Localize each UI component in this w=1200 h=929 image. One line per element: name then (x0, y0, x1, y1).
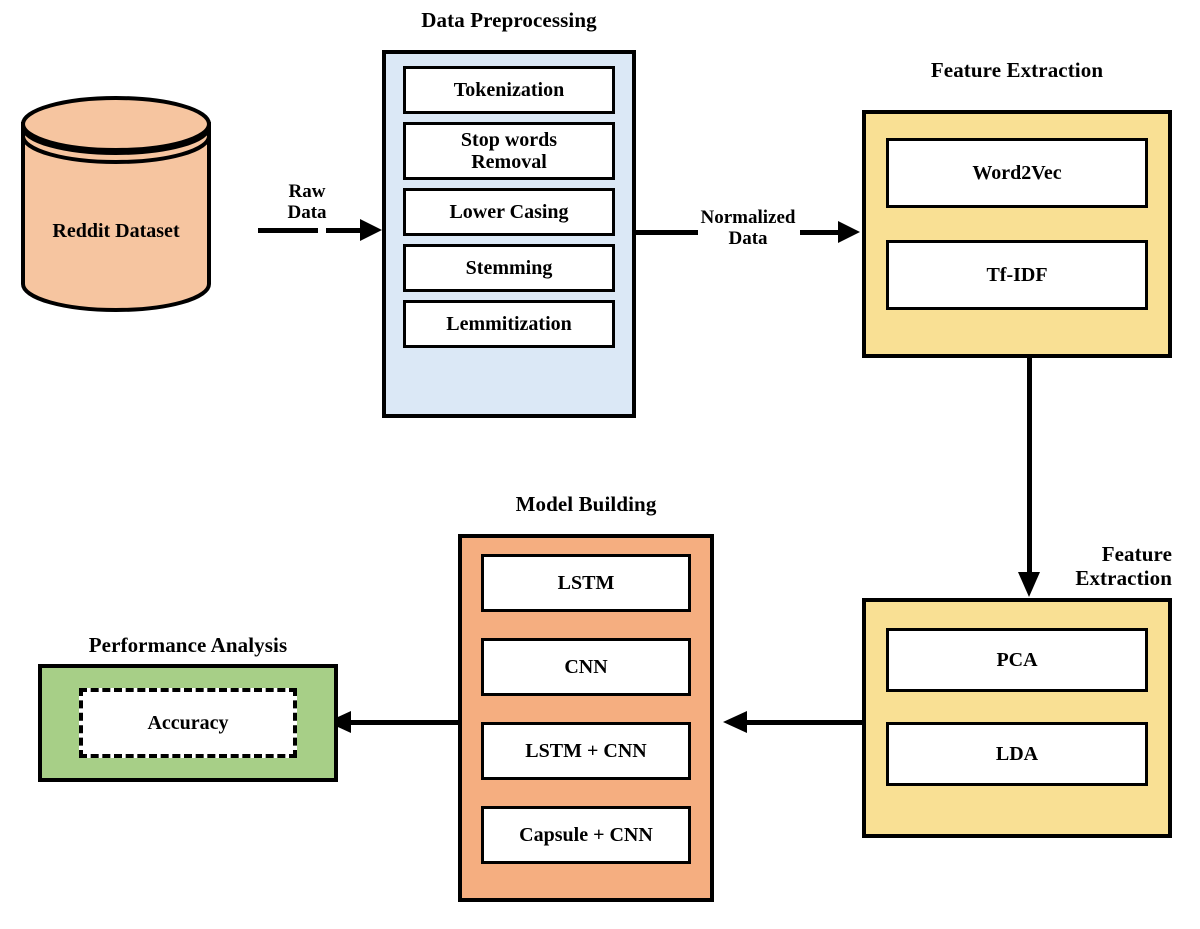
performance-analysis-title: Performance Analysis (88, 633, 288, 657)
model-building-title: Model Building (515, 492, 657, 516)
raw-data-line-left (258, 228, 318, 233)
model-to-performance-line (348, 720, 460, 725)
model-building-stage-box: LSTM CNN LSTM + CNN Capsule + CNN (458, 534, 714, 902)
feature-extraction-item-word2vec[interactable]: Word2Vec (886, 138, 1148, 208)
feature-extraction-item-label: LDA (995, 742, 1039, 765)
model-building-item-label: LSTM (557, 571, 615, 594)
feature-extraction-item-label: PCA (996, 648, 1038, 671)
preprocessing-item-lower-casing[interactable]: Lower Casing (403, 188, 615, 236)
preprocessing-item-label: Tokenization (453, 78, 565, 101)
feature-to-model-arrowhead-icon (722, 710, 748, 739)
reddit-dataset-node: Reddit Dataset (18, 96, 214, 312)
feature-extraction-bottom-title-line1: Feature (1101, 542, 1172, 566)
model-building-item-capsule-cnn[interactable]: Capsule + CNN (481, 806, 691, 864)
feature-extraction-bottom-stage-box: PCA LDA (862, 598, 1172, 838)
preprocessing-stage-box: Tokenization Stop words Removal Lower Cas… (382, 50, 636, 418)
preprocessing-item-label: Stemming (465, 256, 553, 279)
feature-extraction-top-title: Feature Extraction (930, 58, 1104, 82)
feature-extraction-bottom-title-line2: Extraction (1075, 566, 1172, 591)
feature-extraction-top-stage-box: Word2Vec Tf-IDF (862, 110, 1172, 358)
performance-analysis-item-accuracy[interactable]: Accuracy (79, 688, 297, 758)
model-building-item-label: Capsule + CNN (519, 823, 653, 846)
flowchart-canvas: Reddit Dataset Raw Data Data Preprocessi… (0, 0, 1200, 929)
preprocessing-title: Data Preprocessing (421, 8, 597, 32)
preprocessing-item-label: Lemmitization (446, 312, 572, 335)
raw-data-label: Raw Data (262, 181, 352, 223)
feature-extraction-item-tf-idf[interactable]: Tf-IDF (886, 240, 1148, 310)
feature-extraction-bottom-title: Feature Extraction (1000, 542, 1172, 590)
model-building-item-cnn[interactable]: CNN (481, 638, 691, 696)
normalized-data-label-line1: Normalized (700, 207, 796, 228)
preprocessing-item-stop-words-removal[interactable]: Stop words Removal (403, 122, 615, 180)
model-building-item-lstm-cnn[interactable]: LSTM + CNN (481, 722, 691, 780)
raw-data-arrowhead-icon (360, 218, 384, 247)
feature-to-model-line (746, 720, 864, 725)
raw-data-label-line1: Raw (288, 181, 326, 202)
feature-extraction-item-label: Tf-IDF (986, 263, 1048, 286)
normalized-data-label-line2: Data (728, 227, 768, 249)
preprocessing-item-label: Lower Casing (449, 200, 569, 223)
feature-extraction-item-lda[interactable]: LDA (886, 722, 1148, 786)
feature-extraction-item-pca[interactable]: PCA (886, 628, 1148, 692)
model-building-item-label: CNN (564, 655, 608, 678)
performance-analysis-item-label: Accuracy (147, 711, 229, 734)
performance-analysis-stage-box: Accuracy (38, 664, 338, 782)
normalized-data-arrowhead-icon (838, 220, 862, 249)
preprocessing-item-tokenization[interactable]: Tokenization (403, 66, 615, 114)
preprocessing-item-label: Stop words Removal (460, 128, 558, 173)
preprocessing-item-stemming[interactable]: Stemming (403, 244, 615, 292)
database-cylinder-icon (18, 96, 214, 312)
normalized-data-label: Normalized Data (686, 207, 810, 249)
model-building-item-label: LSTM + CNN (525, 739, 647, 762)
model-building-item-lstm[interactable]: LSTM (481, 554, 691, 612)
raw-data-label-line2: Data (287, 201, 327, 223)
feature-extraction-item-label: Word2Vec (972, 161, 1062, 184)
preprocessing-item-lemmitization[interactable]: Lemmitization (403, 300, 615, 348)
